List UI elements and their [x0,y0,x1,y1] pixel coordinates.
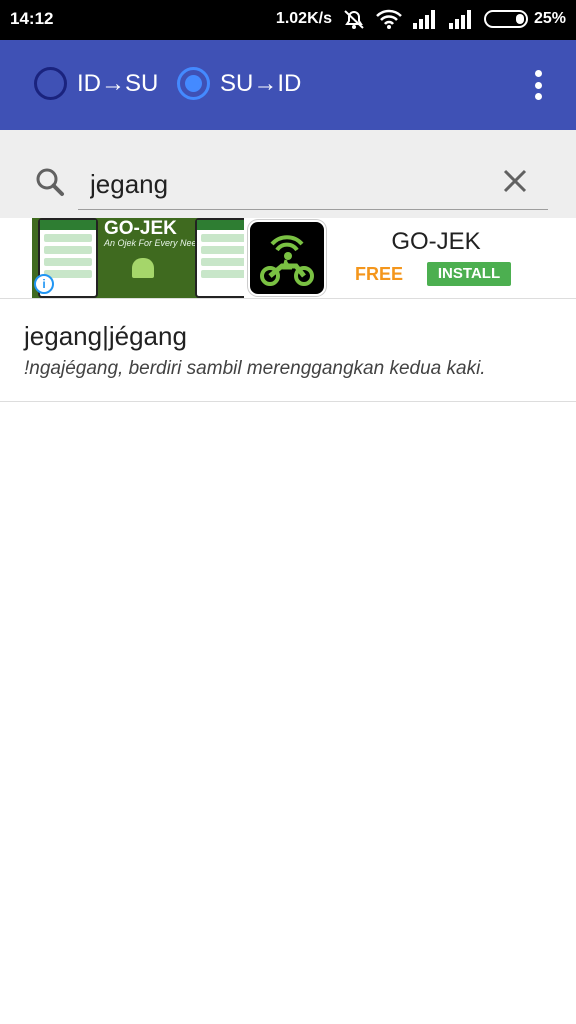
signal-icon [412,9,438,29]
radio-su-id[interactable]: SU→ID [177,67,301,100]
battery-indicator: 25% [483,10,566,28]
status-bar: 14:12 1.02K/s 25% [0,0,576,40]
signal-icon [448,9,474,29]
battery-icon [483,10,528,28]
radio-label-id-su: ID→SU [77,69,159,97]
ad-screenshot-image: GO-JEK An Ojek For Every Need i [32,218,244,298]
gojek-logo-icon [248,220,326,296]
list-item[interactable]: jegang|jégang !ngajégang, berdiri sambil… [0,298,576,402]
result-definition: !ngajégang, berdiri sambil merenggangkan… [24,358,486,379]
ad-banner[interactable]: GO-JEK An Ojek For Every Need i GO-JEK F… [32,218,544,298]
ad-tagline: An Ojek For Every Need [104,238,202,248]
ad-phone-mockup [195,218,244,298]
status-icons: 1.02K/s 25% [276,8,566,30]
ad-install-button[interactable]: INSTALL [427,262,511,286]
close-icon[interactable] [503,169,527,198]
status-time: 14:12 [10,9,54,28]
app-bar: ID→SU SU→ID [0,40,576,130]
overflow-menu-icon[interactable] [526,70,550,100]
search-bar [0,130,576,218]
ad-price: FREE [355,264,404,284]
radio-label-su-id: SU→ID [220,69,302,97]
wifi-icon [376,9,402,29]
search-input[interactable] [78,160,548,210]
ad-title: GO-JEK [391,228,481,255]
radio-checked-icon[interactable] [177,67,210,100]
ad-brand-text: GO-JEK [104,218,177,239]
net-speed: 1.02K/s [275,10,332,27]
radio-unchecked-icon[interactable] [34,67,67,100]
result-list: jegang|jégang !ngajégang, berdiri sambil… [0,298,576,402]
radio-id-su[interactable]: ID→SU [34,67,158,100]
info-icon[interactable]: i [34,274,54,294]
battery-level: 25% [533,10,566,27]
search-icon [34,166,66,203]
result-term: jegang|jégang [24,321,187,351]
android-icon [132,258,154,278]
mute-icon [342,8,366,30]
